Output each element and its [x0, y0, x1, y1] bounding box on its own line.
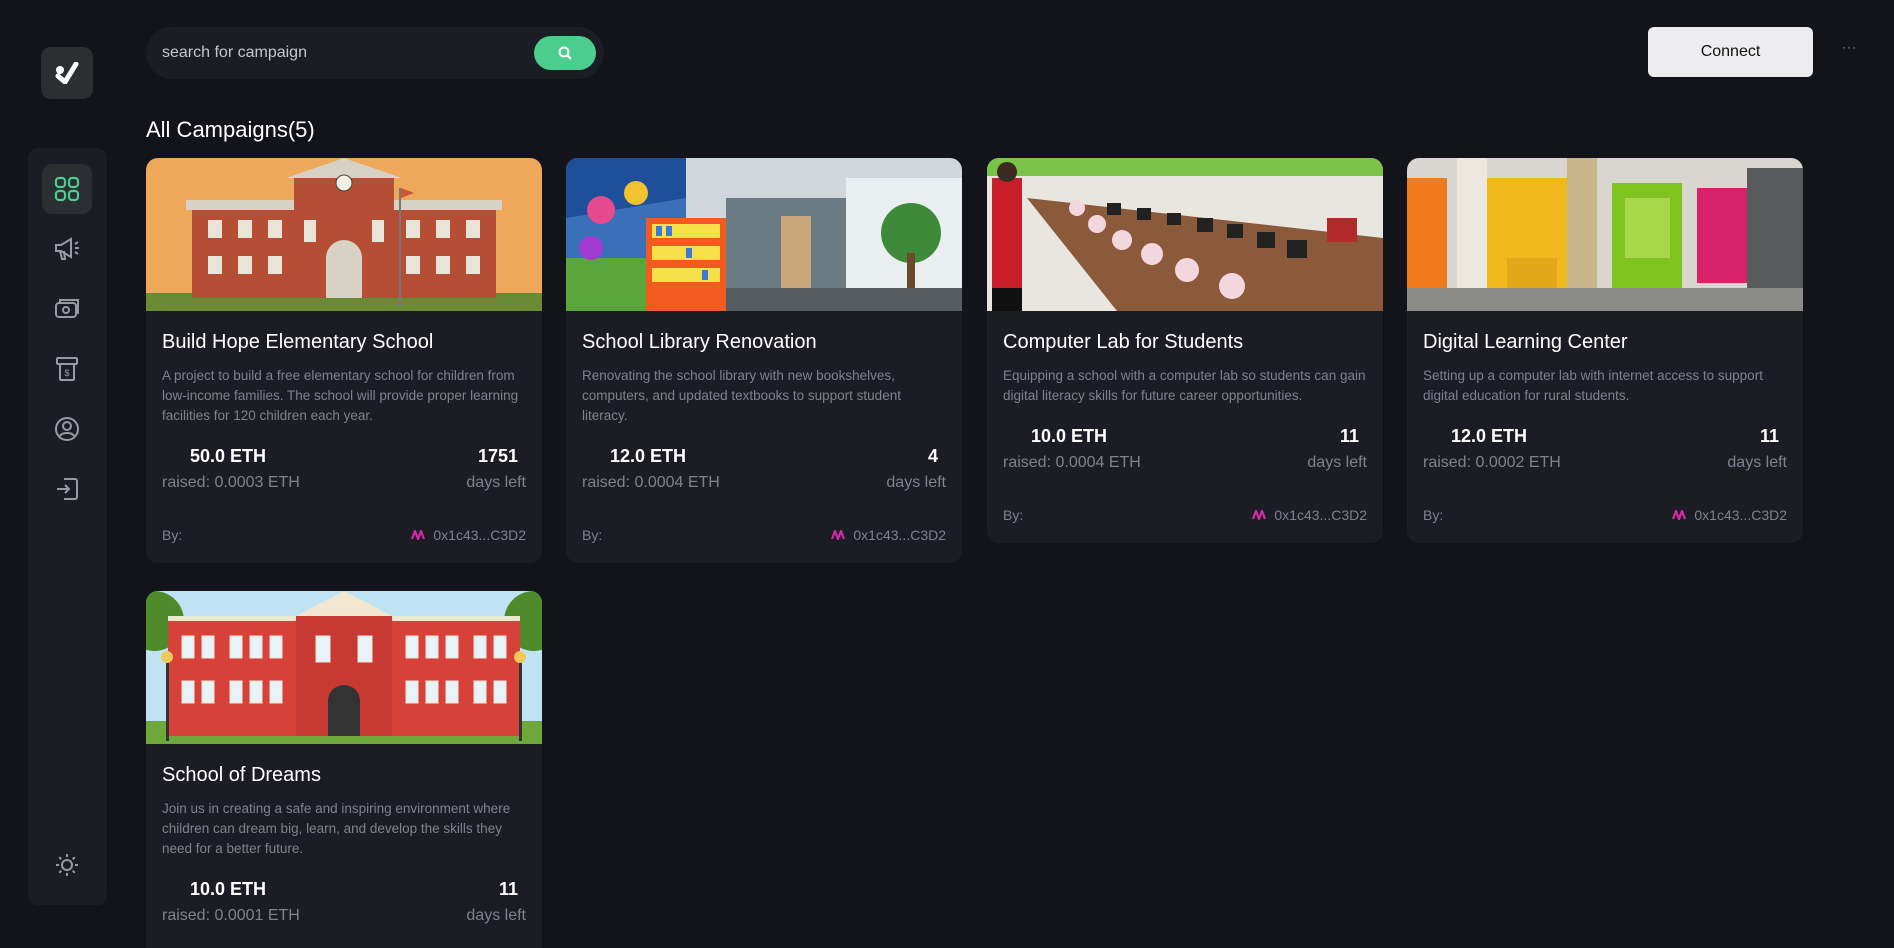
- nav-logout[interactable]: [42, 464, 92, 514]
- search-button[interactable]: [534, 36, 596, 70]
- owner-avatar-icon: [411, 530, 426, 540]
- withdraw-icon: $: [56, 357, 78, 381]
- campaign-card[interactable]: School Library Renovation Renovating the…: [566, 158, 962, 563]
- theme-toggle[interactable]: [42, 840, 92, 890]
- nav-withdraw[interactable]: $: [42, 344, 92, 394]
- campaign-image: [146, 158, 542, 311]
- by-label: By:: [1423, 507, 1444, 523]
- owner-address: 0x1c43...C3D2: [1274, 507, 1367, 523]
- campaign-description: A project to build a free elementary sch…: [162, 368, 519, 423]
- campaign-days-label: days left: [1727, 454, 1787, 471]
- page-title: All Campaigns(5): [146, 117, 315, 142]
- campaign-target: 10.0 ETH: [190, 879, 267, 899]
- campaign-description: Setting up a computer lab with internet …: [1423, 368, 1763, 403]
- campaign-image: [146, 591, 542, 744]
- campaign-image: [1407, 158, 1803, 311]
- campaign-title: Digital Learning Center: [1423, 331, 1628, 353]
- campaign-target: 50.0 ETH: [190, 446, 267, 466]
- sidebar: $: [28, 148, 107, 905]
- campaign-raised: raised: 0.0004 ETH: [582, 474, 720, 491]
- owner-address: 0x1c43...C3D2: [1694, 507, 1787, 523]
- megaphone-icon: [55, 237, 79, 260]
- svg-text:$: $: [64, 368, 69, 378]
- owner-address: 0x1c43...C3D2: [433, 527, 526, 543]
- campaign-title: Build Hope Elementary School: [162, 331, 434, 353]
- logout-icon: [57, 478, 78, 500]
- campaign-title: School of Dreams: [162, 764, 321, 786]
- nav-campaign[interactable]: [42, 224, 92, 274]
- campaign-description: Equipping a school with a computer lab s…: [1003, 368, 1366, 403]
- campaign-days-label: days left: [466, 907, 526, 924]
- campaign-target: 12.0 ETH: [1451, 426, 1528, 446]
- campaign-description: Renovating the school library with new b…: [582, 368, 901, 423]
- campaign-days: 11: [1759, 426, 1779, 446]
- by-label: By:: [1003, 507, 1024, 523]
- owner-address: 0x1c43...C3D2: [853, 527, 946, 543]
- logo-icon: [55, 62, 79, 84]
- campaign-days: 4: [927, 446, 938, 466]
- campaign-card[interactable]: Build Hope Elementary School A project t…: [146, 158, 542, 563]
- owner-avatar-icon: [831, 530, 846, 540]
- campaign-days: 11: [498, 879, 518, 899]
- by-label: By:: [162, 527, 183, 543]
- campaign-raised: raised: 0.0001 ETH: [162, 907, 300, 924]
- campaign-title: School Library Renovation: [582, 331, 817, 353]
- campaign-days-label: days left: [1307, 454, 1367, 471]
- more-menu[interactable]: ···: [1842, 40, 1857, 54]
- sun-icon: [56, 854, 78, 876]
- nav-profile[interactable]: [42, 404, 92, 454]
- campaign-image: [987, 158, 1383, 311]
- campaign-target: 12.0 ETH: [610, 446, 687, 466]
- payment-icon: [55, 299, 79, 318]
- campaign-days: 1751: [477, 446, 518, 466]
- nav-payment[interactable]: [42, 284, 92, 334]
- owner-avatar-icon: [1672, 510, 1687, 520]
- campaign-raised: raised: 0.0003 ETH: [162, 474, 300, 491]
- campaign-days-label: days left: [466, 474, 526, 491]
- campaign-card[interactable]: Computer Lab for Students Equipping a sc…: [987, 158, 1383, 543]
- campaign-days: 11: [1339, 426, 1359, 446]
- search-icon: [558, 46, 572, 60]
- campaign-card[interactable]: School of Dreams Join us in creating a s…: [146, 591, 542, 948]
- profile-icon: [55, 417, 79, 441]
- app-logo[interactable]: [41, 47, 93, 99]
- campaign-target: 10.0 ETH: [1031, 426, 1108, 446]
- nav-dashboard[interactable]: [42, 164, 92, 214]
- campaign-raised: raised: 0.0002 ETH: [1423, 454, 1561, 471]
- dashboard-icon: [54, 176, 80, 202]
- campaign-raised: raised: 0.0004 ETH: [1003, 454, 1141, 471]
- campaign-image: [566, 158, 962, 311]
- search-bar: [146, 27, 604, 79]
- campaign-description: Join us in creating a safe and inspiring…: [162, 801, 511, 856]
- campaign-card[interactable]: Digital Learning Center Setting up a com…: [1407, 158, 1803, 543]
- connect-button[interactable]: Connect: [1648, 27, 1813, 77]
- owner-avatar-icon: [1252, 510, 1267, 520]
- by-label: By:: [582, 527, 603, 543]
- campaign-title: Computer Lab for Students: [1003, 331, 1244, 353]
- campaign-days-label: days left: [886, 474, 946, 491]
